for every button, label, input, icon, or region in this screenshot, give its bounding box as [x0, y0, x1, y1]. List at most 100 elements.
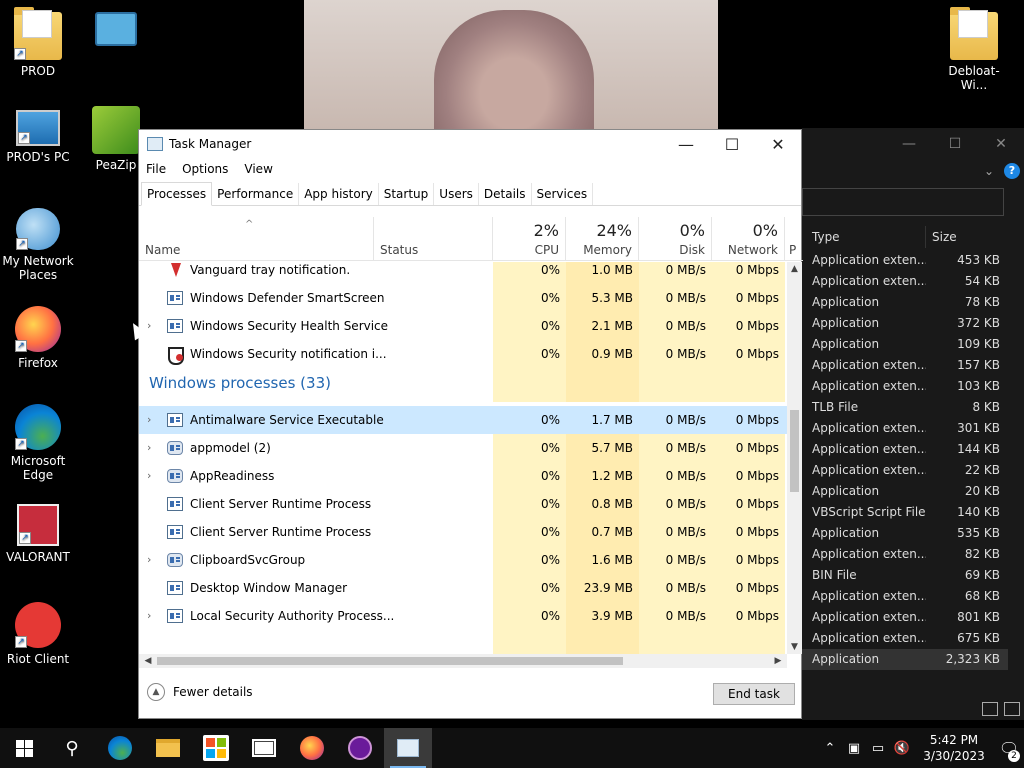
start-button[interactable]: [0, 728, 48, 768]
column-cpu[interactable]: 2% CPU: [493, 217, 566, 261]
scroll-down-icon[interactable]: ▼: [787, 640, 802, 654]
meet-now-icon[interactable]: ▣: [842, 741, 866, 756]
desktop-icon-edge[interactable]: ↗ Microsoft Edge: [0, 404, 76, 482]
process-row[interactable]: › appmodel (2) 0% 5.7 MB 0 MB/s 0 Mbps: [139, 434, 787, 462]
column-power[interactable]: P: [785, 217, 803, 261]
desktop-icon-debloat[interactable]: Debloat-Wi...: [936, 7, 1012, 92]
fewer-details-button[interactable]: ▲ Fewer details: [147, 683, 253, 701]
desktop-icon-control-panel[interactable]: [78, 12, 154, 50]
taskbar-mail[interactable]: [240, 728, 288, 768]
taskbar-masked-app[interactable]: [336, 728, 384, 768]
minimize-button[interactable]: —: [663, 135, 709, 154]
column-status[interactable]: Status: [374, 217, 493, 261]
details-view-icon[interactable]: [982, 702, 998, 716]
expand-chevron-icon[interactable]: ›: [147, 434, 157, 462]
tab-processes[interactable]: Processes: [141, 182, 213, 206]
process-row[interactable]: Vanguard tray notification. 0% 1.0 MB 0 MB/…: [139, 262, 787, 284]
file-row[interactable]: Application 535 KB: [802, 523, 1008, 544]
column-memory[interactable]: 24% Memory: [566, 217, 639, 261]
scroll-thumb[interactable]: [790, 410, 799, 492]
help-icon[interactable]: ?: [1004, 163, 1020, 179]
file-row[interactable]: Application 20 KB: [802, 481, 1008, 502]
end-task-button[interactable]: End task: [713, 683, 795, 705]
file-row[interactable]: Application exten... 103 KB: [802, 376, 1008, 397]
process-row[interactable]: › ClipboardSvcGroup 0% 1.6 MB 0 MB/s 0 Mbps: [139, 546, 787, 574]
close-icon[interactable]: ✕: [978, 136, 1024, 152]
process-row[interactable]: › Local Security Authority Process... 0% 3.…: [139, 602, 787, 630]
chevron-up-icon[interactable]: ⌃: [818, 741, 842, 756]
column-type[interactable]: Type: [802, 226, 926, 248]
tab-performance[interactable]: Performance: [212, 183, 300, 205]
column-size[interactable]: Size: [926, 226, 957, 248]
process-row[interactable]: Client Server Runtime Process 0% 0.8 MB 0 M…: [139, 490, 787, 518]
desktop-icon-prods-pc[interactable]: ↗ PROD's PC: [0, 110, 76, 164]
volume-muted-icon[interactable]: 🔇: [890, 741, 914, 756]
clock[interactable]: 5:42 PM 3/30/2023: [914, 732, 994, 764]
close-button[interactable]: ✕: [755, 135, 801, 154]
process-row[interactable]: Client Server Runtime Process 0% 0.7 MB 0 M…: [139, 518, 787, 546]
expand-chevron-icon[interactable]: ›: [147, 406, 157, 434]
scroll-right-icon[interactable]: ▶: [771, 654, 785, 668]
file-row[interactable]: Application exten... 453 KB: [802, 250, 1008, 271]
taskbar-edge[interactable]: [96, 728, 144, 768]
chevron-down-icon[interactable]: ⌄: [984, 164, 994, 178]
file-row[interactable]: Application exten... 68 KB: [802, 586, 1008, 607]
process-row[interactable]: › Windows Security Health Service 0% 2.1 MB…: [139, 312, 787, 340]
file-row[interactable]: Application 109 KB: [802, 334, 1008, 355]
horizontal-scrollbar[interactable]: ◀ ▶: [139, 654, 787, 668]
desktop-icon-firefox[interactable]: ↗ Firefox: [0, 306, 76, 370]
file-row[interactable]: Application exten... 82 KB: [802, 544, 1008, 565]
taskbar-store[interactable]: [192, 728, 240, 768]
minimize-icon[interactable]: —: [886, 136, 932, 152]
menu-options[interactable]: Options: [182, 162, 228, 176]
maximize-icon[interactable]: ☐: [932, 136, 978, 152]
tab-app-history[interactable]: App history: [299, 183, 379, 205]
file-row[interactable]: Application 2,323 KB: [802, 649, 1008, 670]
expand-chevron-icon[interactable]: ›: [147, 462, 157, 490]
tab-details[interactable]: Details: [479, 183, 532, 205]
search-button[interactable]: ⚲: [48, 728, 96, 768]
tab-services[interactable]: Services: [532, 183, 594, 205]
hscroll-thumb[interactable]: [157, 657, 623, 665]
desktop-icon-riot-client[interactable]: ↗ Riot Client: [0, 602, 76, 666]
file-row[interactable]: BIN File 69 KB: [802, 565, 1008, 586]
desktop-icon-valorant[interactable]: ↗ VALORANT: [0, 504, 76, 564]
process-row[interactable]: Windows Defender SmartScreen 0% 5.3 MB 0 MB…: [139, 284, 787, 312]
explorer-search-box[interactable]: [802, 188, 1004, 216]
file-row[interactable]: Application exten... 675 KB: [802, 628, 1008, 649]
expand-chevron-icon[interactable]: ›: [147, 546, 157, 574]
taskbar-firefox[interactable]: [288, 728, 336, 768]
column-network[interactable]: 0% Network: [712, 217, 785, 261]
file-row[interactable]: Application exten... 144 KB: [802, 439, 1008, 460]
maximize-button[interactable]: ☐: [709, 135, 755, 154]
expand-chevron-icon[interactable]: ›: [147, 312, 157, 340]
process-row[interactable]: › AppReadiness 0% 1.2 MB 0 MB/s 0 Mbps: [139, 462, 787, 490]
process-row[interactable]: Desktop Window Manager 0% 23.9 MB 0 MB/s 0 M…: [139, 574, 787, 602]
file-row[interactable]: Application exten... 801 KB: [802, 607, 1008, 628]
column-disk[interactable]: 0% Disk: [639, 217, 712, 261]
menu-view[interactable]: View: [244, 162, 272, 176]
scroll-left-icon[interactable]: ◀: [141, 654, 155, 668]
network-icon[interactable]: ▭: [866, 741, 890, 756]
expand-chevron-icon[interactable]: ›: [147, 602, 157, 630]
file-row[interactable]: VBScript Script File 140 KB: [802, 502, 1008, 523]
file-row[interactable]: Application 78 KB: [802, 292, 1008, 313]
file-row[interactable]: Application exten... 157 KB: [802, 355, 1008, 376]
scroll-up-icon[interactable]: ▲: [787, 262, 802, 276]
taskbar-task-manager[interactable]: [384, 728, 432, 768]
desktop-icon-prod[interactable]: ↗ PROD: [0, 7, 76, 78]
process-row[interactable]: Windows Security notification i... 0% 0.9 …: [139, 340, 787, 368]
file-row[interactable]: Application 372 KB: [802, 313, 1008, 334]
file-row[interactable]: TLB File 8 KB: [802, 397, 1008, 418]
column-name[interactable]: ^ Name: [139, 217, 374, 261]
vertical-scrollbar[interactable]: ▲ ▼: [787, 262, 802, 654]
file-row[interactable]: Application exten... 22 KB: [802, 460, 1008, 481]
file-row[interactable]: Application exten... 301 KB: [802, 418, 1008, 439]
large-icons-view-icon[interactable]: [1004, 702, 1020, 716]
taskbar-file-explorer[interactable]: [144, 728, 192, 768]
task-manager-titlebar[interactable]: Task Manager — ☐ ✕: [139, 130, 801, 158]
desktop-icon-network[interactable]: ↗ My Network Places: [0, 208, 76, 282]
menu-file[interactable]: File: [146, 162, 166, 176]
tab-users[interactable]: Users: [434, 183, 479, 205]
file-row[interactable]: Application exten... 54 KB: [802, 271, 1008, 292]
